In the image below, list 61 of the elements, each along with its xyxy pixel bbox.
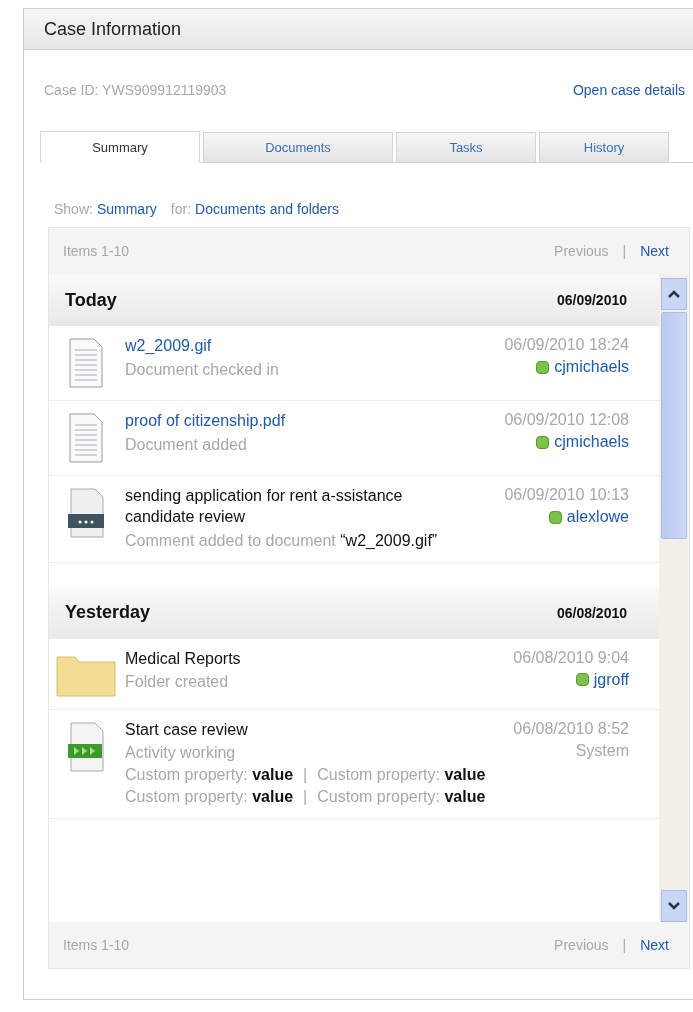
item-title-link[interactable]: w2_2009.gif bbox=[125, 336, 212, 357]
tab[interactable]: Tasks bbox=[396, 132, 536, 162]
document-icon bbox=[69, 338, 103, 388]
separator: | bbox=[303, 788, 308, 807]
document-icon bbox=[69, 413, 103, 463]
timestamp: 06/08/2010 9:04 bbox=[513, 648, 629, 667]
show-label: Show: bbox=[54, 201, 93, 217]
custom-property: Custom property: value bbox=[317, 788, 486, 807]
group-date: 06/09/2010 bbox=[556, 292, 627, 308]
separator: | bbox=[622, 243, 627, 259]
separator: | bbox=[303, 766, 308, 785]
action-text: Comment added to document “w2_2009.gif” bbox=[125, 531, 439, 550]
presence-icon bbox=[548, 510, 562, 524]
action-text: Document added bbox=[125, 435, 247, 454]
comment-document-icon bbox=[68, 488, 104, 538]
user-link[interactable]: cjmichaels bbox=[536, 358, 629, 376]
case-id: Case ID: YWS909912119903 bbox=[44, 82, 227, 98]
action-text: Activity working bbox=[125, 744, 236, 763]
for-filter-link[interactable]: Documents and folders bbox=[195, 201, 340, 217]
group-date: 06/08/2010 bbox=[556, 604, 627, 621]
for-label: for: bbox=[170, 201, 192, 217]
group-label: Today bbox=[65, 289, 117, 311]
action-text: Document checked in bbox=[125, 360, 279, 379]
user-name: System bbox=[575, 741, 629, 760]
open-case-link[interactable]: Open case details bbox=[572, 82, 685, 98]
tab[interactable]: History bbox=[539, 132, 669, 162]
scroll-down-button[interactable] bbox=[661, 890, 687, 922]
next-link[interactable]: Next bbox=[640, 937, 669, 953]
item-range: Items 1-10 bbox=[63, 243, 130, 259]
custom-property: Custom property: value bbox=[125, 788, 294, 807]
timestamp: 06/08/2010 8:52 bbox=[513, 719, 629, 738]
custom-property: Custom property: value bbox=[125, 766, 294, 785]
scroll-thumb[interactable] bbox=[661, 312, 687, 539]
group-label: Yesterday bbox=[65, 602, 151, 624]
chevron-up-icon bbox=[667, 289, 681, 299]
tab[interactable]: Documents bbox=[203, 132, 393, 162]
item-range: Items 1-10 bbox=[63, 937, 130, 953]
separator: | bbox=[622, 937, 627, 953]
activity-document-icon bbox=[68, 721, 104, 772]
item-title: Medical Reports bbox=[125, 648, 241, 669]
presence-icon bbox=[575, 673, 589, 687]
action-text: Folder created bbox=[125, 673, 229, 692]
presence-icon bbox=[536, 435, 550, 449]
next-link[interactable]: Next bbox=[640, 243, 669, 259]
show-filter-link[interactable]: Summary bbox=[96, 201, 157, 217]
user-link[interactable]: alexlowe bbox=[548, 508, 629, 526]
user-link[interactable]: cjmichaels bbox=[536, 433, 629, 451]
panel-title: Case Information bbox=[44, 18, 182, 40]
timestamp: 06/09/2010 18:24 bbox=[504, 336, 629, 354]
timestamp: 06/09/2010 12:08 bbox=[504, 411, 629, 429]
user-link[interactable]: jgroff bbox=[575, 670, 629, 689]
item-title: Start case review bbox=[125, 719, 248, 740]
item-title: sending application for rent a-ssistance candidate review bbox=[125, 486, 404, 527]
custom-property: Custom property: value bbox=[317, 766, 486, 785]
tab[interactable]: Summary bbox=[40, 131, 200, 163]
chevron-down-icon bbox=[667, 901, 681, 911]
item-title-link[interactable]: proof of citizenship.pdf bbox=[125, 411, 286, 432]
scrollbar[interactable] bbox=[659, 274, 689, 922]
timestamp: 06/09/2010 10:13 bbox=[504, 486, 629, 504]
scroll-up-button[interactable] bbox=[661, 278, 687, 310]
presence-icon bbox=[536, 360, 550, 374]
